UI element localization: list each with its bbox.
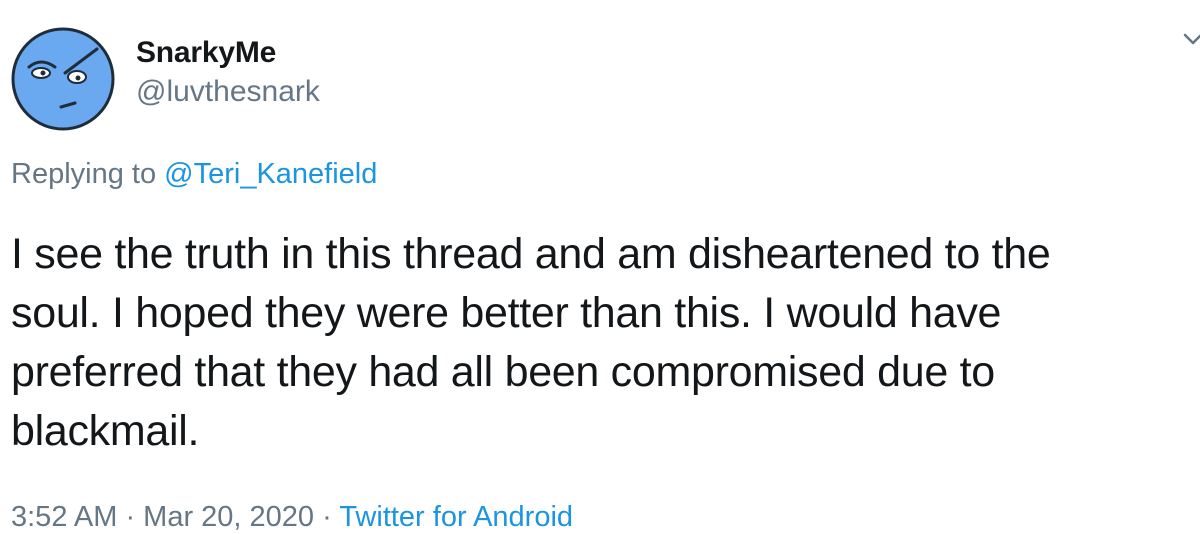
user-handle[interactable]: @luvthesnark [136, 75, 320, 109]
tweet-text: I see the truth in this thread and am di… [11, 225, 1181, 461]
user-header[interactable]: SnarkyMe @luvthesnark [136, 36, 320, 109]
tweet-meta: 3:52 AM · Mar 20, 2020 · Twitter for And… [11, 500, 573, 534]
replying-to: Replying to @Teri_Kanefield [11, 157, 377, 191]
timestamp[interactable]: 3:52 AM · Mar 20, 2020 · [11, 501, 339, 533]
tweet-line: preferred that they had all been comprom… [11, 348, 995, 396]
tweet-line: soul. I hoped they were better than this… [11, 289, 1002, 337]
tweet-line: blackmail. [11, 407, 200, 455]
replying-prefix: Replying to [11, 158, 165, 190]
mention-link[interactable]: @Teri_Kanefield [164, 158, 377, 190]
source-link[interactable]: Twitter for Android [339, 501, 573, 533]
display-name[interactable]: SnarkyMe [136, 36, 320, 70]
tweet-card: SnarkyMe @luvthesnark Replying to @Teri_… [0, 0, 1200, 533]
chevron-down-icon[interactable] [1182, 28, 1200, 50]
avatar[interactable] [11, 27, 115, 131]
tweet-line: I see the truth in this thread and am di… [11, 230, 1051, 278]
